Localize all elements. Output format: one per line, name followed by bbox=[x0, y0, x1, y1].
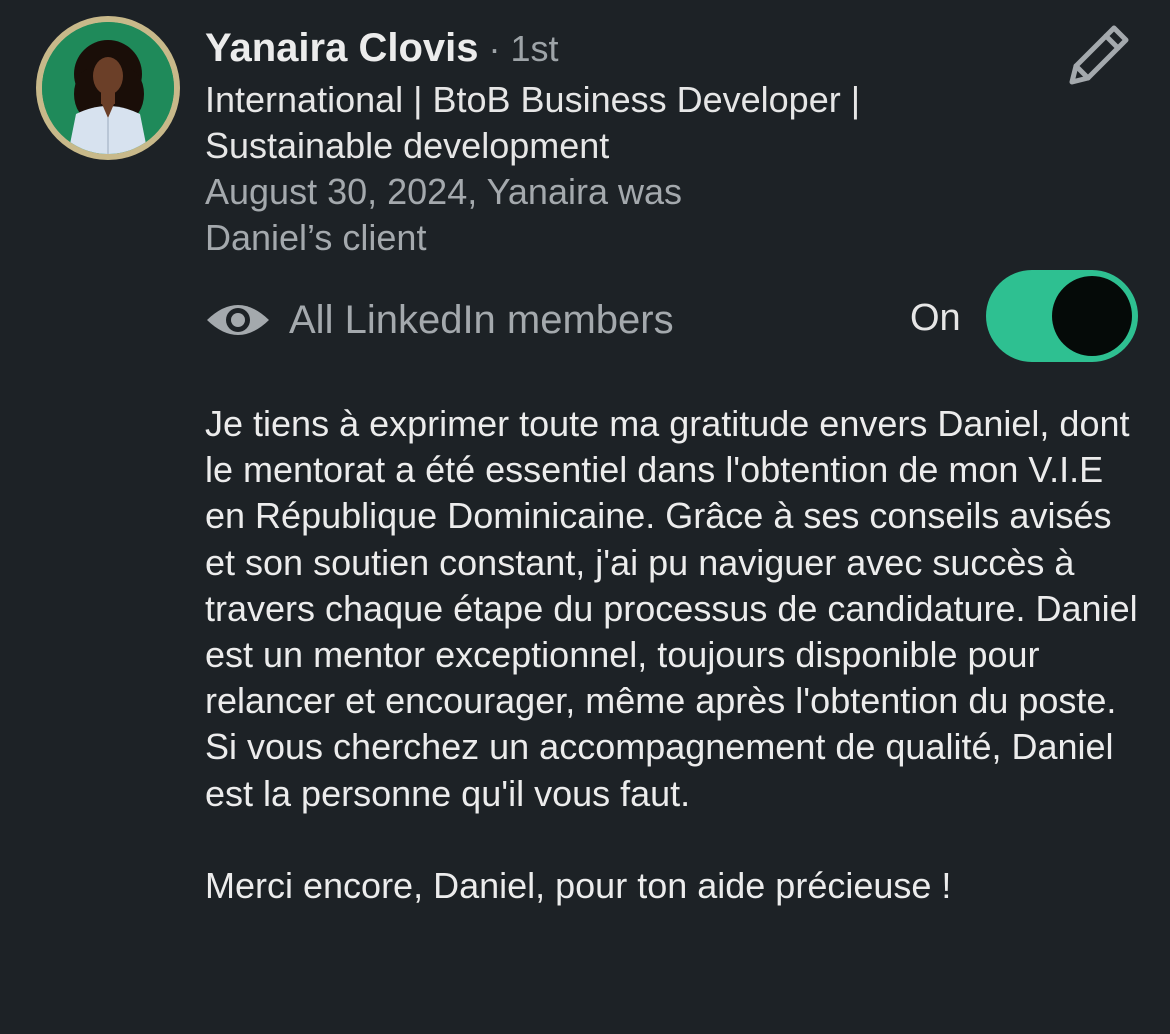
profile-photo bbox=[42, 22, 174, 154]
profile-header: Yanaira Clovis · 1st International | Bto… bbox=[205, 22, 1055, 261]
relation-meta: August 30, 2024, Yanaira was Daniel’s cl… bbox=[205, 171, 682, 258]
connection-degree: · 1st bbox=[478, 28, 559, 69]
avatar[interactable] bbox=[36, 16, 180, 160]
recommendation-paragraph: Je tiens à exprimer toute ma gratitude e… bbox=[205, 403, 1138, 814]
pencil-icon[interactable] bbox=[1064, 20, 1134, 90]
recommendation-closing: Merci encore, Daniel, pour ton aide préc… bbox=[205, 864, 952, 906]
name-line: Yanaira Clovis · 1st bbox=[205, 22, 1055, 75]
profile-headline: International | BtoB Business Developer … bbox=[205, 79, 861, 166]
recommendation-text: Je tiens à exprimer toute ma gratitude e… bbox=[205, 401, 1145, 909]
visibility-setting: All LinkedIn members bbox=[205, 290, 674, 350]
toggle-knob[interactable] bbox=[1052, 276, 1132, 356]
profile-name[interactable]: Yanaira Clovis bbox=[205, 26, 478, 70]
toggle-status-label: On bbox=[910, 297, 961, 339]
eye-icon bbox=[205, 298, 271, 342]
visibility-toggle[interactable] bbox=[986, 270, 1138, 362]
visibility-label: All LinkedIn members bbox=[289, 297, 674, 342]
